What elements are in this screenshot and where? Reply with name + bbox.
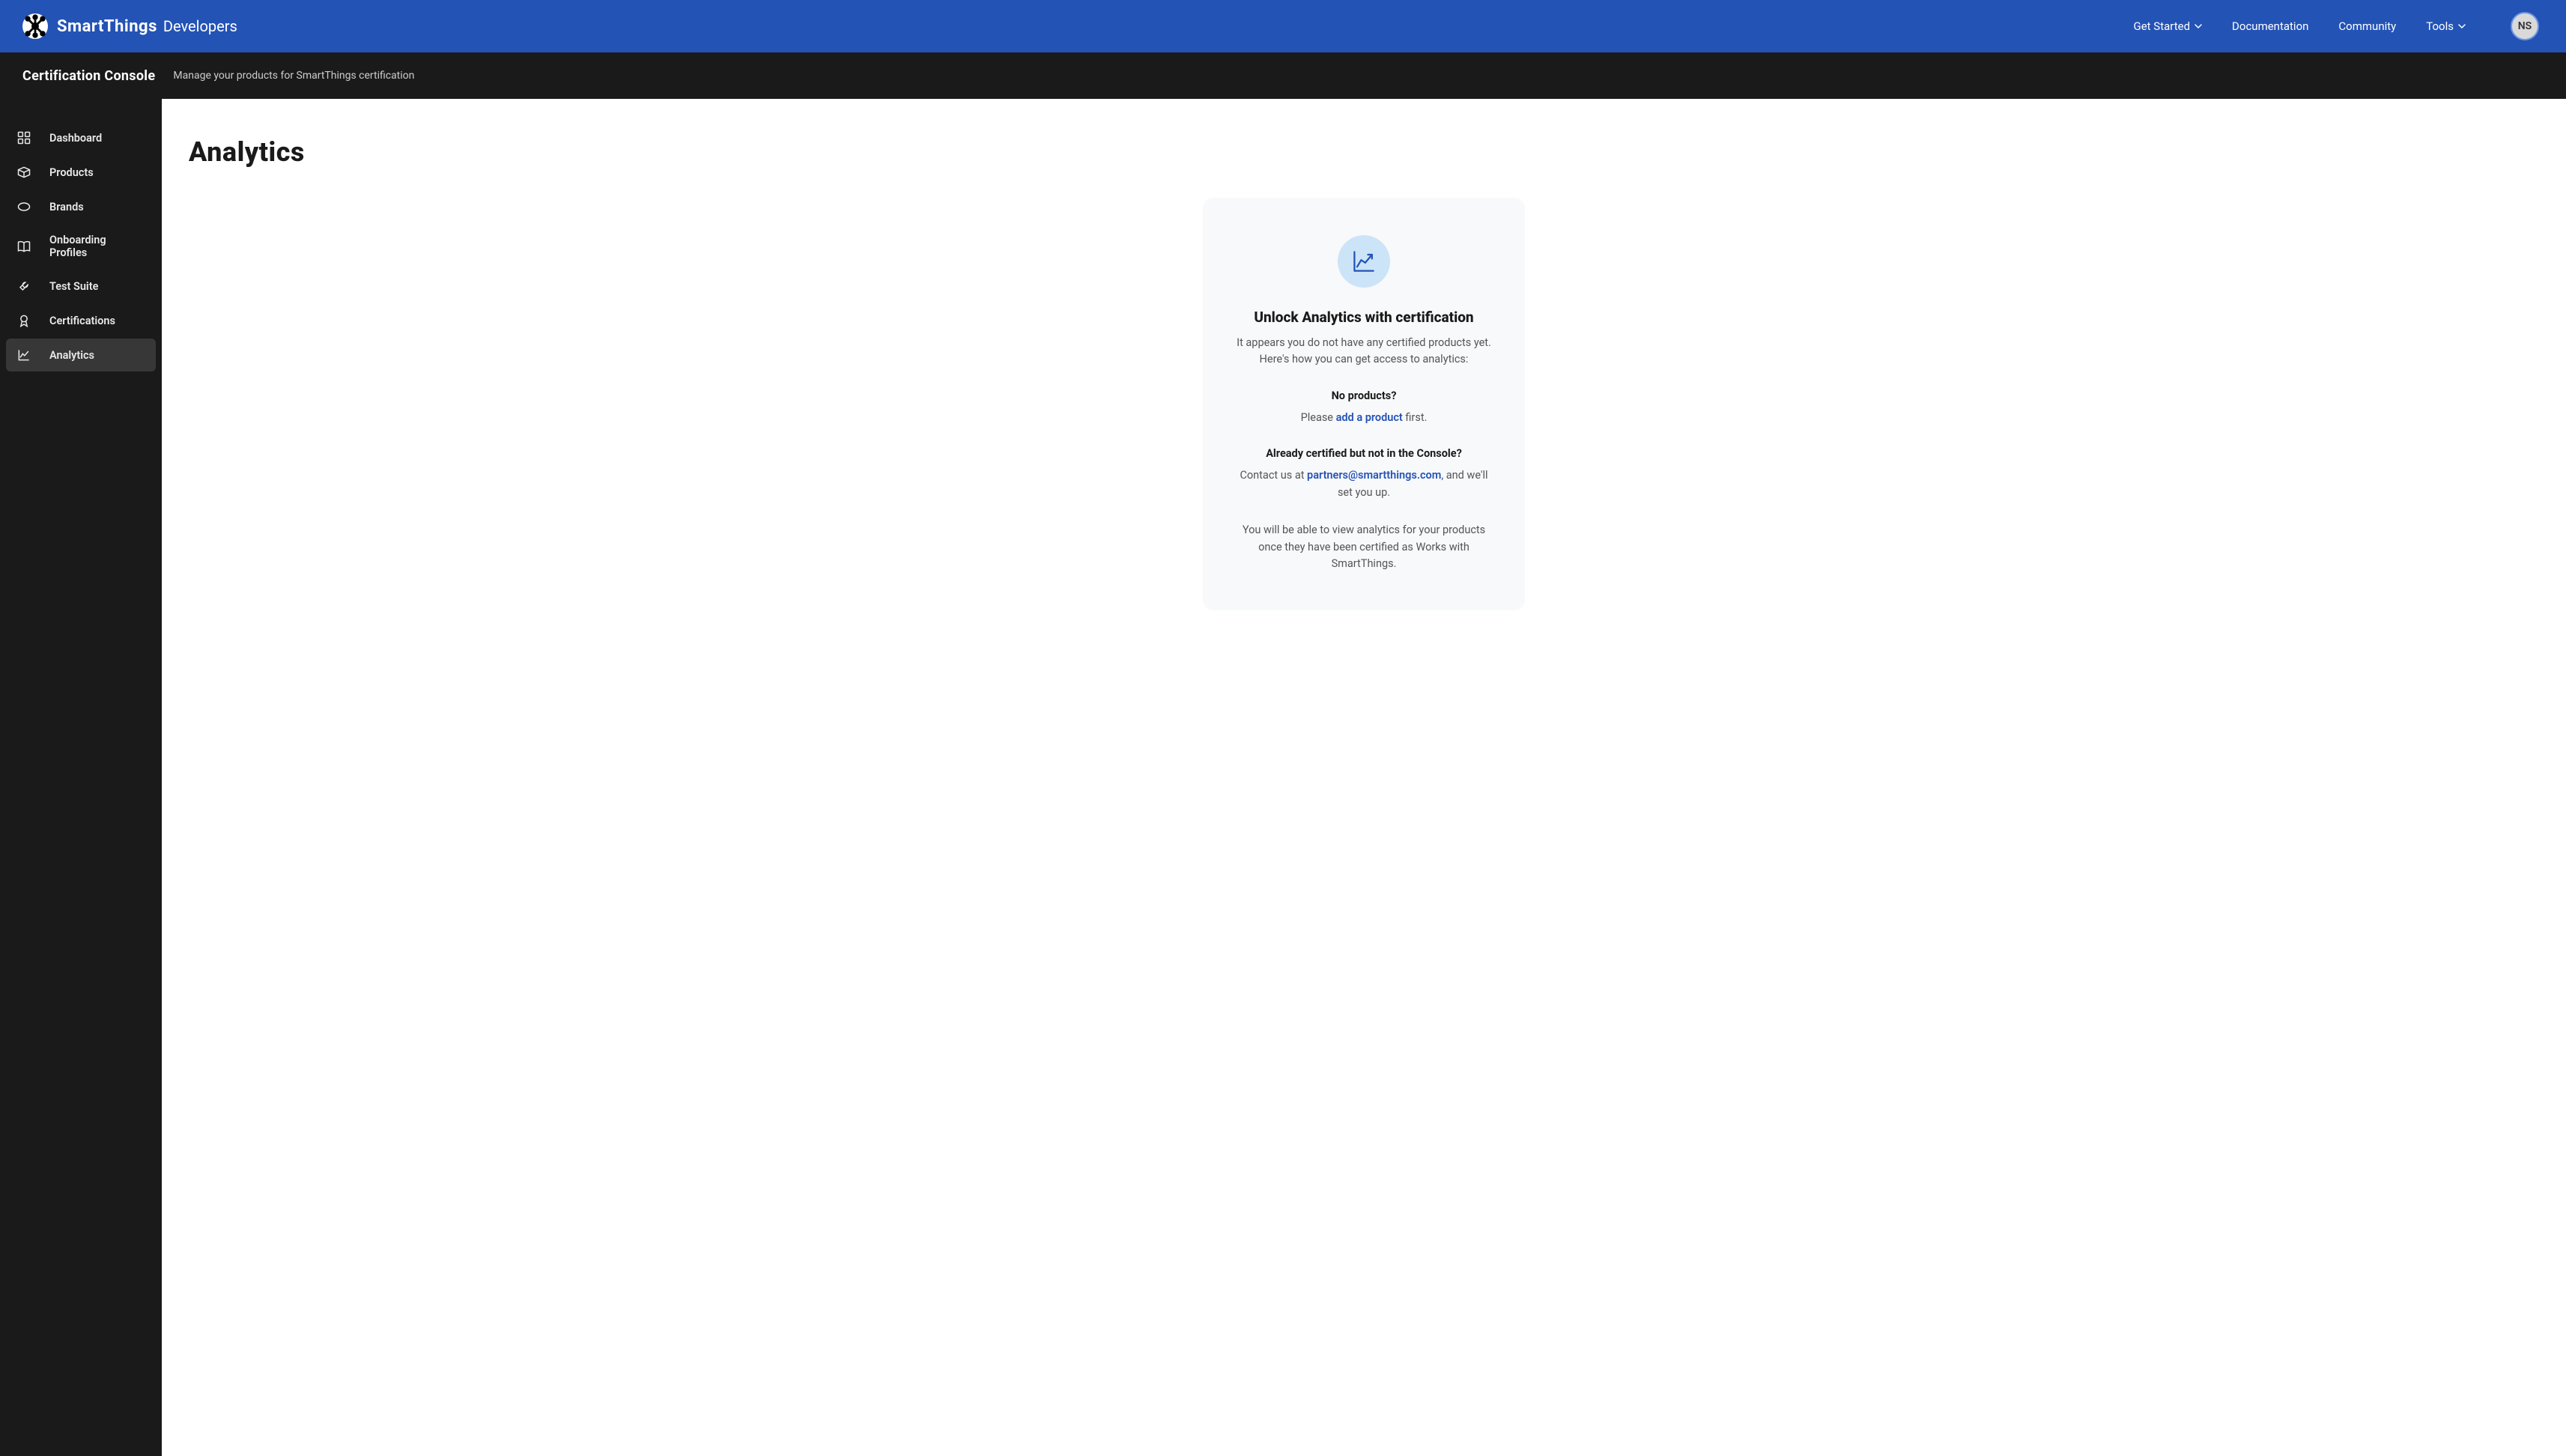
sidebar-item-dashboard[interactable]: Dashboard <box>6 121 156 154</box>
nav-community[interactable]: Community <box>2338 19 2396 33</box>
sub-header-desc: Manage your products for SmartThings cer… <box>173 70 414 82</box>
contact-text: Contact us at partners@smartthings.com, … <box>1233 467 1495 501</box>
brand[interactable]: SmartThings Developers <box>22 13 237 39</box>
top-header: SmartThings Developers Get Started Docum… <box>0 0 2566 52</box>
card-analytics-icon <box>1338 235 1390 288</box>
nav-documentation-label: Documentation <box>2232 19 2308 33</box>
empty-state-card: Unlock Analytics with certification It a… <box>1203 198 1525 610</box>
sub-header-title: Certification Console <box>22 68 155 84</box>
avatar-initials: NS <box>2518 20 2532 32</box>
certificate-icon <box>16 313 31 328</box>
analytics-icon <box>16 348 31 363</box>
brand-sub: Developers <box>163 17 237 35</box>
sidebar-item-brands[interactable]: Brands <box>6 190 156 223</box>
sidebar-item-label: Dashboard <box>49 132 102 145</box>
nav-documentation[interactable]: Documentation <box>2232 19 2308 33</box>
nav-community-label: Community <box>2338 19 2396 33</box>
brand-name: SmartThings <box>57 17 157 36</box>
sidebar-item-certifications[interactable]: Certifications <box>6 304 156 337</box>
no-products-prefix: Please <box>1301 411 1336 424</box>
nav-tools-label: Tools <box>2426 19 2454 33</box>
card-title: Unlock Analytics with certification <box>1233 309 1495 326</box>
sub-header: Certification Console Manage your produc… <box>0 52 2566 99</box>
wrench-icon <box>16 279 31 294</box>
sidebar-item-label: Onboarding Profiles <box>49 234 145 259</box>
dashboard-icon <box>16 130 31 145</box>
avatar[interactable]: NS <box>2511 12 2539 40</box>
sidebar-item-label: Certifications <box>49 315 115 327</box>
card-footer: You will be able to view analytics for y… <box>1233 522 1495 572</box>
sidebar-item-onboarding[interactable]: Onboarding Profiles <box>6 225 156 268</box>
no-products-heading: No products? <box>1233 389 1495 402</box>
nav-get-started[interactable]: Get Started <box>2134 19 2203 33</box>
top-nav: Get Started Documentation Community Tool… <box>2134 12 2540 40</box>
sidebar-item-label: Analytics <box>49 349 94 362</box>
sidebar-item-label: Products <box>49 166 94 179</box>
page-title: Analytics <box>189 136 2539 168</box>
chevron-down-icon <box>2195 22 2202 30</box>
box-icon <box>16 165 31 180</box>
sidebar: Dashboard Products Brands <box>0 99 162 1456</box>
sidebar-item-products[interactable]: Products <box>6 156 156 189</box>
sidebar-item-analytics[interactable]: Analytics <box>6 339 156 371</box>
chevron-down-icon <box>2458 22 2466 30</box>
nav-tools[interactable]: Tools <box>2426 19 2466 33</box>
tag-icon <box>16 199 31 214</box>
book-icon <box>16 239 31 254</box>
nav-get-started-label: Get Started <box>2134 19 2191 33</box>
sidebar-item-label: Brands <box>49 201 84 213</box>
card-intro: It appears you do not have any certified… <box>1233 335 1495 368</box>
brand-text: SmartThings Developers <box>57 17 237 36</box>
contact-email-link[interactable]: partners@smartthings.com <box>1307 469 1441 482</box>
already-certified-heading: Already certified but not in the Console… <box>1233 447 1495 460</box>
contact-prefix: Contact us at <box>1240 469 1307 482</box>
sidebar-item-label: Test Suite <box>49 280 98 293</box>
no-products-text: Please add a product first. <box>1233 410 1495 426</box>
no-products-suffix: first. <box>1403 411 1428 424</box>
brand-logo-icon <box>22 13 48 39</box>
add-product-link[interactable]: add a product <box>1336 411 1403 424</box>
sidebar-item-testsuite[interactable]: Test Suite <box>6 270 156 303</box>
main-content: Analytics Unlock Analytics with certific… <box>162 99 2566 1456</box>
